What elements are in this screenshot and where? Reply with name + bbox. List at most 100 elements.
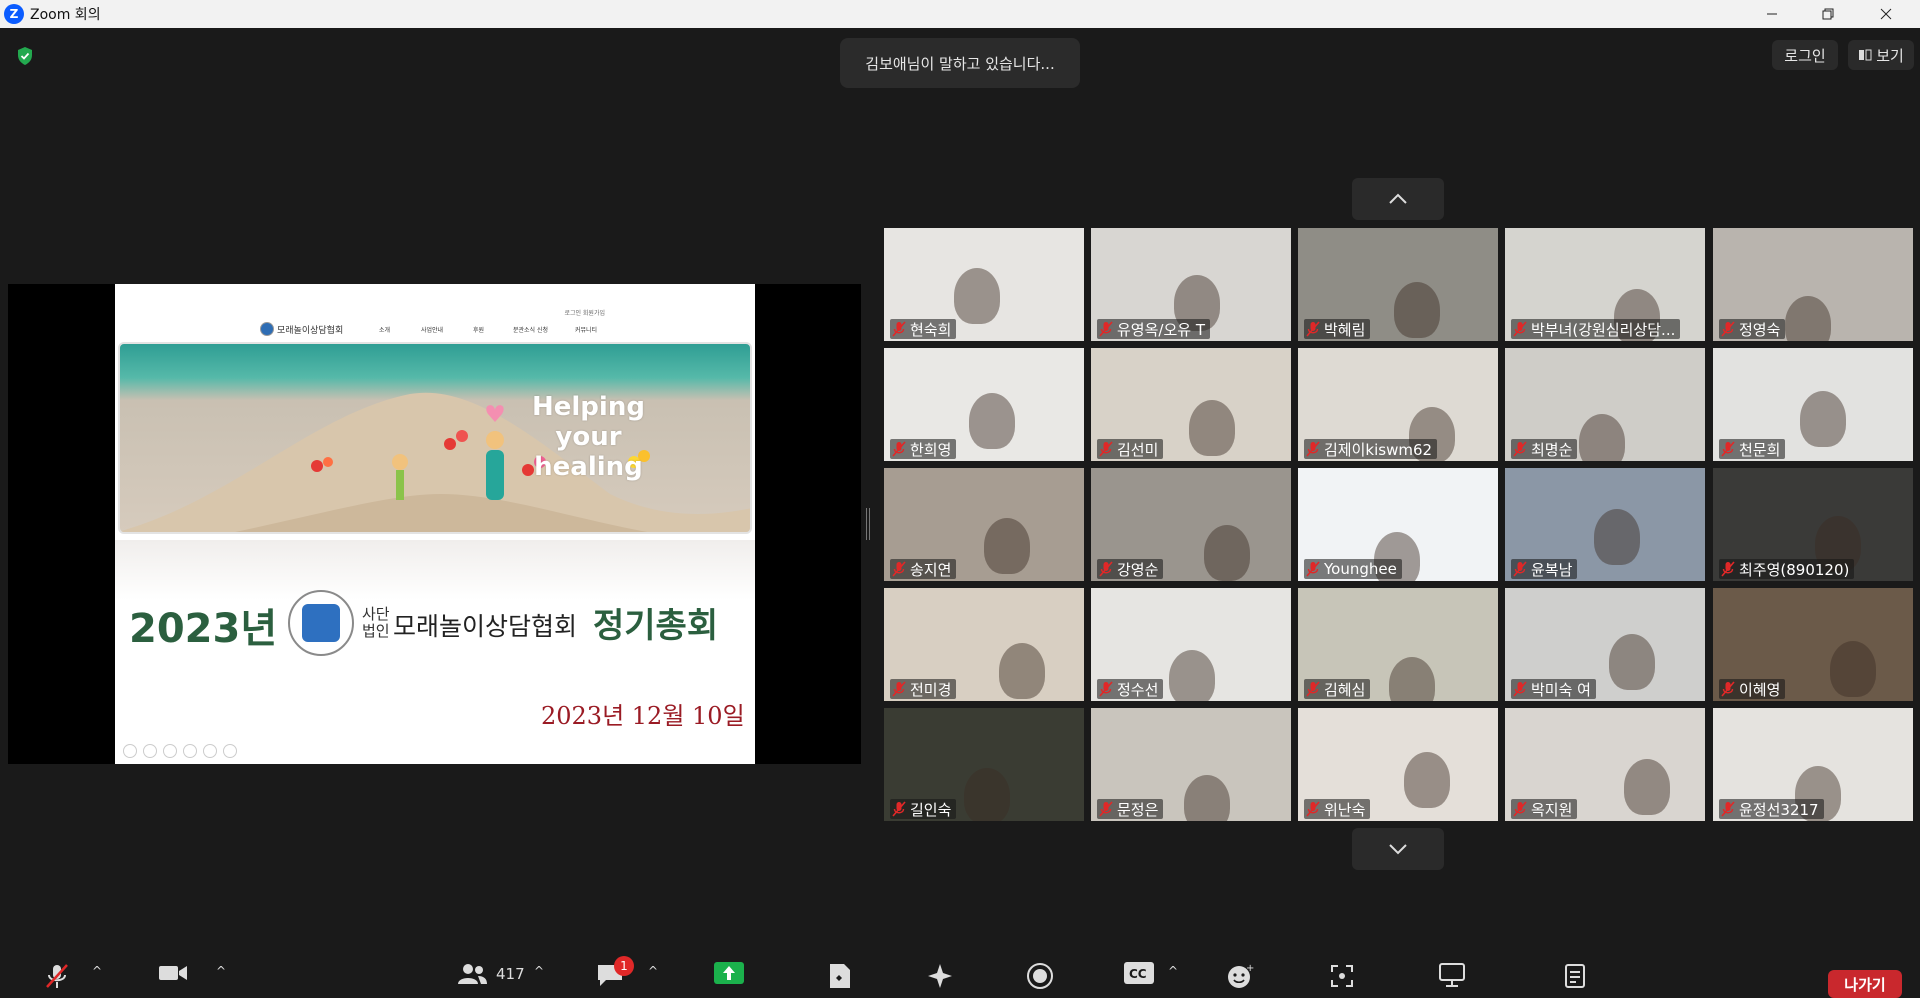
chevron-up-icon xyxy=(1389,193,1407,204)
video-camera-icon xyxy=(159,966,187,980)
participant-tile[interactable]: 옥지원 xyxy=(1505,708,1705,821)
restore-button[interactable] xyxy=(1800,0,1856,28)
microphone-muted-icon xyxy=(1099,561,1113,577)
minimize-button[interactable] xyxy=(1744,0,1800,28)
reactions-button[interactable]: + xyxy=(1226,962,1254,990)
participant-name-tag: 김혜심 xyxy=(1304,679,1371,699)
participant-name-tag: 송지연 xyxy=(890,559,957,579)
participant-video xyxy=(1800,391,1846,447)
participant-name: 박혜림 xyxy=(1324,320,1366,339)
microphone-muted-icon xyxy=(892,321,906,337)
participant-tile[interactable]: 박미숙 여 xyxy=(1505,588,1705,701)
ai-sparkle-icon xyxy=(928,964,952,988)
participant-name: 정수선 xyxy=(1117,680,1159,699)
video-options-chevron-icon[interactable]: ^ xyxy=(216,964,226,978)
notes-button[interactable] xyxy=(1564,962,1588,990)
gallery-page-up-button[interactable] xyxy=(1352,178,1444,220)
emoji-reaction-icon: + xyxy=(1228,963,1254,988)
website-header: 로그인 회원가입 모래놀이상담협회 소개 사업안내 후원 분관소식 신청 커뮤니… xyxy=(115,284,755,342)
ai-companion-button[interactable] xyxy=(926,962,954,990)
participant-tile[interactable]: Younghee xyxy=(1298,468,1498,581)
close-button[interactable] xyxy=(1858,0,1914,28)
participant-name: Younghee xyxy=(1324,560,1397,578)
participant-name-tag: 박미숙 여 xyxy=(1511,679,1596,699)
participant-tile[interactable]: 최주영(890120) xyxy=(1713,468,1913,581)
shared-slide: 로그인 회원가입 모래놀이상담협회 소개 사업안내 후원 분관소식 신청 커뮤니… xyxy=(115,284,755,764)
participant-tile[interactable]: 윤복남 xyxy=(1505,468,1705,581)
hero-text-line: healing xyxy=(534,452,643,482)
website-menu-item: 분관소식 신청 xyxy=(513,327,549,334)
participants-options-chevron-icon[interactable]: ^ xyxy=(534,964,544,978)
website-menu-item: 소개 xyxy=(379,327,391,334)
participant-tile[interactable]: 한희영 xyxy=(884,348,1084,461)
docs-button[interactable] xyxy=(828,962,852,990)
microphone-muted-icon xyxy=(46,964,68,988)
participant-tile[interactable]: 박혜림 xyxy=(1298,228,1498,341)
chat-unread-badge: 1 xyxy=(614,956,634,976)
participant-tile[interactable]: 송지연 xyxy=(884,468,1084,581)
audio-options-chevron-icon[interactable]: ^ xyxy=(92,964,102,978)
slide-next-icon xyxy=(143,744,157,758)
gallery-page-down-button[interactable] xyxy=(1352,828,1444,870)
microphone-muted-icon xyxy=(1513,441,1527,457)
microphone-muted-icon xyxy=(1306,561,1320,577)
participant-video xyxy=(1830,641,1876,697)
leave-meeting-button[interactable]: 나가기 xyxy=(1828,970,1902,998)
microphone-muted-icon xyxy=(1099,801,1113,817)
participant-tile[interactable]: 천문희 xyxy=(1713,348,1913,461)
minimize-icon xyxy=(1767,13,1777,15)
participant-tile[interactable]: 정수선 xyxy=(1091,588,1291,701)
participant-name-tag: 전미경 xyxy=(890,679,957,699)
captions-button[interactable]: CC xyxy=(1124,962,1154,984)
participant-name: 최주영(890120) xyxy=(1739,560,1850,579)
website-logo-icon xyxy=(260,322,274,336)
slide-corp-line: 사단 xyxy=(362,605,390,623)
panel-splitter-handle[interactable] xyxy=(866,508,870,540)
participant-name-tag: 박혜림 xyxy=(1304,319,1371,339)
chevron-down-icon xyxy=(1389,844,1407,855)
website-logo: 모래놀이상담협회 xyxy=(260,322,343,336)
microphone-muted-icon xyxy=(1099,681,1113,697)
participant-tile[interactable]: 최명순 xyxy=(1505,348,1705,461)
share-screen-button[interactable] xyxy=(714,962,744,984)
captions-options-chevron-icon[interactable]: ^ xyxy=(1168,964,1178,978)
participant-tile[interactable]: 윤정선3217 xyxy=(1713,708,1913,821)
participants-button[interactable]: 417 xyxy=(456,962,525,986)
microphone-muted-icon xyxy=(1513,681,1527,697)
participant-video xyxy=(1404,752,1450,808)
video-button[interactable] xyxy=(158,962,188,984)
participant-tile[interactable]: 강영순 xyxy=(1091,468,1291,581)
participant-tile[interactable]: 정영숙 xyxy=(1713,228,1913,341)
login-button[interactable]: 로그인 xyxy=(1772,40,1838,70)
record-button[interactable] xyxy=(1026,962,1054,990)
website-menu-item: 사업안내 xyxy=(421,327,444,334)
participant-tile[interactable]: 문정은 xyxy=(1091,708,1291,821)
microphone-muted-icon xyxy=(1513,801,1527,817)
participant-tile[interactable]: 유영옥/오유 T xyxy=(1091,228,1291,341)
security-shield-icon[interactable] xyxy=(16,46,34,66)
chat-options-chevron-icon[interactable]: ^ xyxy=(648,964,658,978)
participant-tile[interactable]: 위난숙 xyxy=(1298,708,1498,821)
apps-button[interactable] xyxy=(1328,962,1356,990)
participant-tile[interactable]: 박부녀(강원심리상담... xyxy=(1505,228,1705,341)
participant-name-tag: 길인숙 xyxy=(890,799,957,819)
participant-name-tag: 옥지원 xyxy=(1511,799,1578,819)
whiteboard-button[interactable] xyxy=(1438,962,1466,988)
participant-tile[interactable]: 길인숙 xyxy=(884,708,1084,821)
participant-tile[interactable]: 이혜영 xyxy=(1713,588,1913,701)
participant-name-tag: 위난숙 xyxy=(1304,799,1371,819)
participant-tile[interactable]: 현숙희 xyxy=(884,228,1084,341)
participant-tile[interactable]: 전미경 xyxy=(884,588,1084,701)
participant-video xyxy=(954,268,1000,324)
participant-tile[interactable]: 김제이kiswm62 xyxy=(1298,348,1498,461)
mute-button[interactable] xyxy=(44,962,70,990)
view-button[interactable]: 보기 xyxy=(1848,40,1914,70)
participant-tile[interactable]: 김선미 xyxy=(1091,348,1291,461)
microphone-muted-icon xyxy=(1306,801,1320,817)
participant-name-tag: 최주영(890120) xyxy=(1719,559,1855,579)
participant-name-tag: 윤복남 xyxy=(1511,559,1578,579)
microphone-muted-icon xyxy=(1721,561,1735,577)
website-menu-item: 후원 xyxy=(473,327,485,334)
participant-tile[interactable]: 김혜심 xyxy=(1298,588,1498,701)
notes-icon xyxy=(1565,964,1585,988)
